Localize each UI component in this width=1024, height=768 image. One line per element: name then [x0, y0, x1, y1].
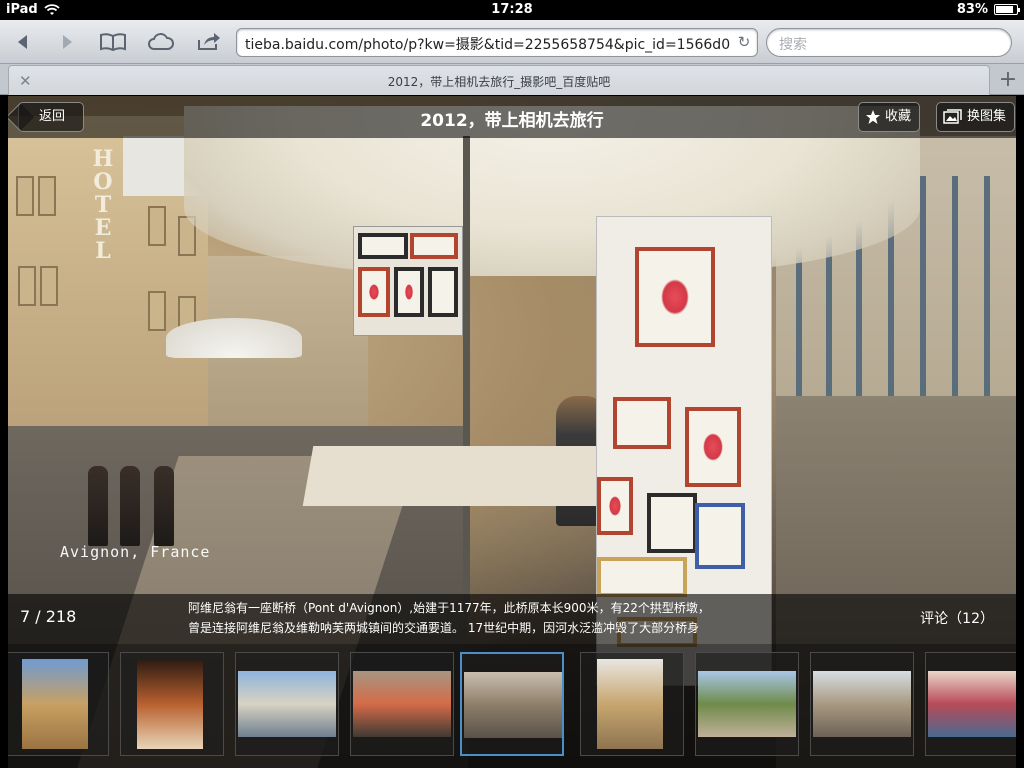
thumb-archway[interactable] [120, 652, 224, 756]
thumbnail-strip [8, 644, 1016, 768]
photo-pedestrian [120, 466, 140, 546]
switch-album-label: 换图集 [967, 109, 1007, 124]
album-icon [943, 109, 962, 124]
tab-current[interactable]: ✕ 2012，带上相机去旅行_摄影吧_百度贴吧 [8, 65, 990, 95]
description-line-1: 阿维尼翁有一座断桥（Pont d'Avignon）,始建于1177年，此桥原本长… [188, 601, 710, 615]
photo-hotel-sign: HOTEL [92, 146, 114, 264]
caption-bar: 7 / 218 阿维尼翁有一座断桥（Pont d'Avignon）,始建于117… [8, 594, 1016, 644]
viewer-header: 返回 2012，带上相机去旅行 收藏 换图集 [8, 96, 1016, 138]
thumbnail-image [813, 671, 911, 737]
tab-bar: ✕ 2012，带上相机去旅行_摄影吧_百度贴吧 + [0, 64, 1024, 95]
search-input[interactable]: 搜索 [766, 28, 1012, 57]
photo-counter: 7 / 218 [20, 607, 77, 626]
favorite-button[interactable]: 收藏 [858, 102, 921, 132]
status-bar: iPad 17:28 83% [0, 0, 1024, 20]
url-text: tieba.baidu.com/photo/p?kw=摄影&tid=225565… [245, 37, 731, 53]
photo-distant-umbrella [166, 318, 302, 358]
photo-painting-stand [353, 226, 463, 336]
forward-arrow-icon[interactable] [52, 28, 82, 56]
address-bar[interactable]: tieba.baidu.com/photo/p?kw=摄影&tid=225565… [236, 28, 758, 57]
photo-pedestrian [88, 466, 108, 546]
photo-viewer: HOTEL Avignon, France 返回 2012，带上相机去旅行 收藏… [8, 96, 1016, 768]
favorite-label: 收藏 [885, 109, 912, 124]
star-icon [866, 110, 880, 124]
photo-umbrella-pole [463, 136, 470, 616]
tab-title: 2012，带上相机去旅行_摄影吧_百度贴吧 [387, 75, 611, 89]
back-arrow-icon[interactable] [8, 28, 38, 56]
clock: 17:28 [491, 2, 533, 17]
switch-album-button[interactable]: 换图集 [936, 102, 1016, 132]
thumbnail-image [698, 671, 796, 737]
thumb-shop-window[interactable] [925, 652, 1016, 756]
thumb-bridge[interactable] [235, 652, 339, 756]
photo-pedestrian [154, 466, 174, 546]
thumb-park[interactable] [695, 652, 799, 756]
thumb-palace[interactable] [8, 652, 109, 756]
thumbnail-image [22, 659, 88, 749]
thumbnail-image [238, 671, 336, 737]
photo-description: 阿维尼翁有一座断桥（Pont d'Avignon）,始建于1177年，此桥原本长… [188, 598, 808, 638]
share-icon[interactable] [194, 28, 224, 56]
browser-toolbar: tieba.baidu.com/photo/p?kw=摄影&tid=225565… [0, 20, 1024, 64]
photo-watermark: Avignon, France [60, 543, 211, 561]
battery-percent: 83% [956, 2, 988, 17]
thumbnail-image [353, 671, 451, 737]
thumb-current-stall[interactable] [460, 652, 564, 756]
reload-icon[interactable]: ↻ [736, 34, 752, 50]
thumbnail-image [137, 659, 203, 749]
search-placeholder: 搜索 [779, 37, 807, 53]
thumb-ramparts[interactable] [810, 652, 914, 756]
bookmarks-book-icon[interactable] [98, 28, 128, 56]
battery-icon [994, 4, 1020, 15]
description-line-2: 曾是连接阿维尼翁及维勒呐芙两城镇间的交通要道。 17世纪中期，因河水泛滥冲毁了大… [188, 621, 700, 635]
thumb-hotel-building[interactable] [580, 652, 684, 756]
new-tab-icon[interactable]: + [994, 67, 1022, 93]
thumb-market-stall[interactable] [350, 652, 454, 756]
thumbnail-image [464, 672, 562, 738]
icloud-tabs-icon[interactable] [146, 28, 176, 56]
photo-display-table [302, 446, 614, 506]
comments-link[interactable]: 评论（12） [920, 608, 994, 628]
thumbnail-image [928, 671, 1016, 737]
thumbnail-image [597, 659, 663, 749]
